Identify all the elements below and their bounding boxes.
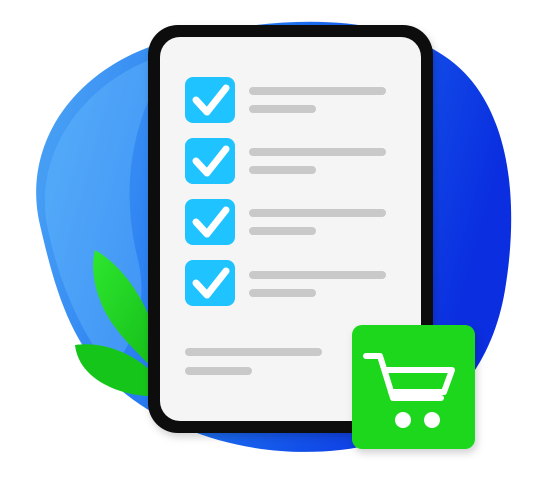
text-line <box>249 209 386 217</box>
text-line <box>249 166 316 174</box>
note-line <box>185 348 322 356</box>
text-line <box>249 148 386 156</box>
text-line <box>249 289 316 297</box>
text-line <box>249 227 316 235</box>
note-line <box>185 367 252 375</box>
cart-badge-background <box>352 325 475 449</box>
cart-wheel <box>395 412 411 428</box>
cart-badge <box>352 325 475 449</box>
text-line <box>249 105 316 113</box>
shopping-checklist-illustration <box>36 21 512 452</box>
cart-wheel <box>424 412 440 428</box>
text-line <box>249 271 386 279</box>
text-line <box>249 87 386 95</box>
